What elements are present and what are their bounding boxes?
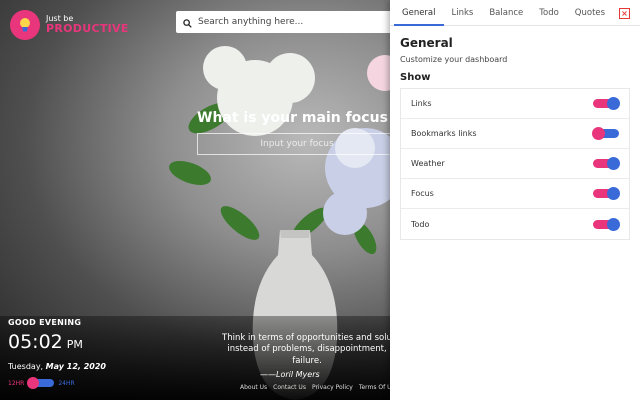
clock-ampm: PM bbox=[66, 338, 83, 351]
option-label: Links bbox=[411, 99, 432, 108]
footer-about-link[interactable]: About Us bbox=[240, 384, 267, 391]
tab-quotes[interactable]: Quotes bbox=[567, 0, 613, 26]
toggle-todo[interactable] bbox=[593, 217, 620, 231]
toggle-focus[interactable] bbox=[593, 187, 620, 200]
option-row-weather: Weather bbox=[401, 149, 629, 179]
footer-links: About Us Contact Us Privacy Policy Terms… bbox=[240, 384, 395, 391]
hour-format-switch[interactable] bbox=[27, 377, 55, 389]
toggle-12hr-label: 12HR bbox=[8, 379, 25, 387]
footer-contact-link[interactable]: Contact Us bbox=[273, 384, 306, 391]
option-row-links: Links bbox=[401, 89, 629, 119]
lightbulb-icon bbox=[10, 10, 40, 40]
option-row-todo: Todo bbox=[401, 209, 629, 239]
settings-tabs: General Links Balance Todo Quotes × bbox=[390, 0, 640, 26]
search-bar bbox=[176, 11, 406, 33]
focus-input[interactable] bbox=[197, 133, 397, 155]
switch-knob bbox=[607, 187, 620, 200]
option-row-bookmarks: Bookmarks links bbox=[401, 119, 629, 149]
greeting-text: GOOD EVENING bbox=[8, 318, 82, 327]
quote-line-1: Think in terms of opportunities and solu bbox=[222, 333, 392, 343]
panel-subtitle: Customize your dashboard bbox=[400, 55, 508, 64]
tab-todo[interactable]: Todo bbox=[531, 0, 567, 26]
switch-knob bbox=[607, 157, 620, 170]
quote-line-2: instead of problems, disappointment, bbox=[227, 344, 387, 355]
footer-privacy-link[interactable]: Privacy Policy bbox=[312, 384, 353, 391]
option-label: Weather bbox=[411, 159, 445, 168]
date-weekday: Tuesday, bbox=[8, 362, 44, 371]
switch-knob bbox=[607, 97, 620, 110]
tab-balance[interactable]: Balance bbox=[481, 0, 531, 26]
search-input[interactable] bbox=[198, 17, 378, 27]
toggle-weather[interactable] bbox=[593, 157, 620, 170]
hour-format-toggle: 12HR 24HR bbox=[8, 377, 75, 389]
panel-title: General bbox=[400, 36, 453, 50]
show-options-list: Links Bookmarks links Weather Focus Todo bbox=[400, 88, 630, 240]
app-logo[interactable]: Just be PRODUCTIVE bbox=[10, 10, 129, 40]
show-heading: Show bbox=[400, 72, 431, 83]
option-label: Todo bbox=[411, 219, 430, 229]
toggle-bookmarks-links[interactable] bbox=[592, 127, 619, 140]
clock: 05:02 PM bbox=[8, 331, 83, 353]
date-text: Tuesday, May 12, 2020 bbox=[8, 362, 106, 371]
option-label: Focus bbox=[411, 189, 434, 198]
option-label: Bookmarks links bbox=[411, 129, 477, 138]
tab-general[interactable]: General bbox=[394, 0, 444, 26]
quote-author: ——Loril Myers bbox=[260, 370, 320, 379]
quote-line-3: failure. bbox=[292, 355, 322, 366]
close-icon[interactable]: × bbox=[619, 8, 630, 19]
toggle-24hr-label: 24HR bbox=[58, 379, 75, 387]
switch-knob bbox=[592, 127, 605, 140]
option-row-focus: Focus bbox=[401, 179, 629, 209]
clock-time: 05:02 bbox=[8, 331, 63, 353]
logo-text: Just be PRODUCTIVE bbox=[46, 14, 129, 36]
focus-question: What is your main focus for bbox=[197, 110, 416, 126]
search-icon[interactable] bbox=[183, 13, 192, 32]
settings-panel: General Links Balance Todo Quotes × Gene… bbox=[390, 0, 640, 400]
date-rest: May 12, 2020 bbox=[45, 362, 106, 371]
tab-links[interactable]: Links bbox=[444, 0, 482, 26]
logo-title: PRODUCTIVE bbox=[46, 22, 129, 36]
quote-text: Think in terms of opportunities and solu… bbox=[222, 333, 392, 367]
toggle-links[interactable] bbox=[593, 97, 620, 110]
switch-knob bbox=[607, 217, 620, 231]
